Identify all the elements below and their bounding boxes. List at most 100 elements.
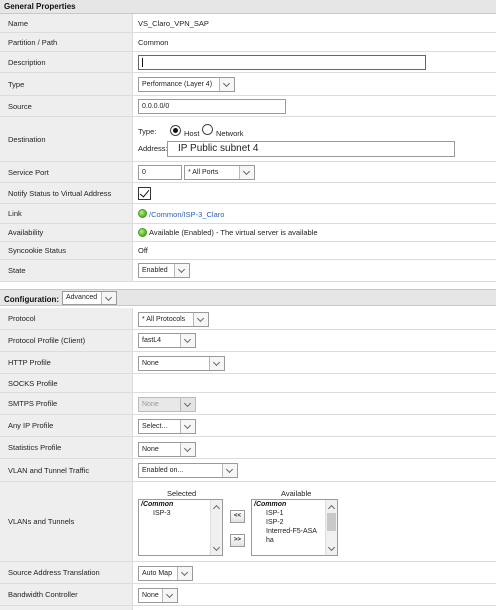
http-profile-label: HTTP Profile — [0, 352, 133, 373]
host-radio[interactable] — [170, 125, 181, 136]
service-port-input[interactable]: 0 — [138, 165, 182, 180]
row-link: Link /Common/ISP-3_Claro — [0, 204, 496, 224]
socks-profile-label: SOCKS Profile — [0, 374, 133, 392]
type-select-value: Performance (Layer 4) — [142, 81, 213, 88]
any-ip-profile-label: Any IP Profile — [0, 415, 133, 436]
chevron-down-icon — [209, 357, 224, 370]
vlan-traffic-label: VLAN and Tunnel Traffic — [0, 459, 133, 481]
vlans-label: VLANs and Tunnels — [0, 482, 133, 561]
description-input[interactable] — [138, 55, 426, 70]
row-smtps-profile: SMTPS Profile None — [0, 393, 496, 415]
snat-select[interactable]: Auto Map — [138, 566, 193, 581]
availability-label: Availability — [0, 224, 133, 241]
row-name: Name VS_Claro_VPN_SAP — [0, 14, 496, 33]
status-green-icon — [138, 228, 147, 237]
bandwidth-select[interactable]: None — [138, 588, 178, 603]
text-cursor — [142, 58, 143, 67]
general-properties-title: General Properties — [4, 2, 76, 11]
statistics-profile-label: Statistics Profile — [0, 437, 133, 458]
move-right-button[interactable]: >> — [230, 534, 245, 547]
configuration-title: Configuration: — [4, 295, 60, 304]
available-list-scrollbar[interactable] — [325, 500, 337, 555]
configuration-mode-value: Advanced — [66, 294, 98, 301]
row-notify: Notify Status to Virtual Address — [0, 183, 496, 204]
selected-vlans-list[interactable]: /Common ISP-3 — [138, 499, 223, 556]
service-port-label: Service Port — [0, 162, 133, 182]
row-state: State Enabled — [0, 260, 496, 282]
scroll-up-icon[interactable] — [213, 503, 220, 510]
row-destination: Destination Type: Host Network Address: … — [0, 117, 496, 162]
chevron-down-icon — [193, 313, 208, 326]
row-vlan-traffic: VLAN and Tunnel Traffic Enabled on... — [0, 459, 496, 482]
vlan-traffic-value: Enabled on... — [142, 467, 184, 474]
name-label: Name — [0, 14, 133, 32]
network-radio[interactable] — [202, 124, 213, 135]
scroll-down-icon[interactable] — [213, 545, 220, 552]
chevron-down-icon — [180, 443, 195, 456]
pool-link[interactable]: /Common/ISP-3_Claro — [149, 210, 224, 219]
row-vlans: VLANs and Tunnels Selected Available /Co… — [0, 482, 496, 562]
status-green-icon — [138, 209, 147, 218]
host-radio-label: Host — [184, 129, 200, 138]
row-protocol: Protocol * All Protocols — [0, 308, 496, 330]
row-service-port: Service Port 0 * All Ports — [0, 162, 496, 183]
chevron-down-icon — [239, 166, 254, 179]
row-type: Type Performance (Layer 4) — [0, 73, 496, 96]
available-vlans-list[interactable]: /Common ISP-1 ISP-2 Interred-F5-ASA ha — [251, 499, 338, 556]
destination-label: Destination — [0, 117, 133, 161]
name-value: VS_Claro_VPN_SAP — [138, 19, 209, 28]
configuration-mode-select[interactable]: Advanced — [62, 291, 117, 305]
partition-value: Common — [138, 38, 169, 47]
row-snat: Source Address Translation Auto Map — [0, 562, 496, 584]
chevron-down-icon — [180, 420, 195, 433]
protocol-profile-value: fastL4 — [142, 337, 162, 344]
chevron-down-icon — [219, 78, 234, 91]
type-select[interactable]: Performance (Layer 4) — [138, 77, 235, 92]
state-select[interactable]: Enabled — [138, 263, 190, 278]
vlan-traffic-select[interactable]: Enabled on... — [138, 463, 238, 478]
destination-address-input[interactable]: IP Public subnet 4 — [167, 141, 455, 157]
source-input[interactable]: 0.0.0.0/0 — [138, 99, 286, 114]
service-port-select[interactable]: * All Ports — [184, 165, 255, 180]
type-label: Type — [0, 73, 133, 95]
statistics-profile-select[interactable]: None — [138, 442, 196, 457]
source-label: Source — [0, 96, 133, 116]
smtps-profile-label: SMTPS Profile — [0, 393, 133, 414]
row-availability: Availability Available (Enabled) - The v… — [0, 224, 496, 242]
state-select-value: Enabled — [142, 267, 168, 274]
any-ip-profile-select[interactable]: Select... — [138, 419, 196, 434]
statistics-profile-value: None — [142, 446, 159, 453]
protocol-profile-label: Protocol Profile (Client) — [0, 330, 133, 351]
scroll-thumb[interactable] — [327, 513, 336, 531]
protocol-select[interactable]: * All Protocols — [138, 312, 209, 327]
selected-list-label: Selected — [167, 489, 197, 498]
row-protocol-profile: Protocol Profile (Client) fastL4 — [0, 330, 496, 352]
bandwidth-label: Bandwidth Controller — [0, 584, 133, 605]
any-ip-profile-value: Select... — [142, 423, 168, 430]
chevron-down-icon — [174, 264, 189, 277]
chevron-down-icon — [177, 567, 192, 580]
link-label: Link — [0, 204, 133, 223]
notify-checkbox[interactable] — [138, 187, 151, 200]
protocol-profile-select[interactable]: fastL4 — [138, 333, 196, 348]
row-statistics-profile: Statistics Profile None — [0, 437, 496, 459]
chevron-down-icon — [222, 464, 237, 477]
notify-label: Notify Status to Virtual Address — [0, 183, 133, 203]
chevron-down-icon — [162, 589, 177, 602]
next-row-label-stub — [0, 606, 133, 610]
scroll-down-icon[interactable] — [328, 545, 335, 552]
row-any-ip-profile: Any IP Profile Select... — [0, 415, 496, 437]
configuration-header: Configuration: Advanced — [0, 289, 496, 306]
scroll-up-icon[interactable] — [328, 503, 335, 510]
general-properties-header: General Properties — [0, 0, 496, 14]
http-profile-select[interactable]: None — [138, 356, 225, 371]
smtps-profile-select: None — [138, 397, 196, 412]
network-radio-label: Network — [216, 129, 244, 138]
destination-address-label: Address: — [138, 144, 168, 153]
row-bandwidth: Bandwidth Controller None — [0, 584, 496, 606]
description-label: Description — [0, 52, 133, 72]
move-left-button[interactable]: << — [230, 510, 245, 523]
service-port-select-value: * All Ports — [188, 169, 219, 176]
selected-list-scrollbar[interactable] — [210, 500, 222, 555]
availability-value: Available (Enabled) - The virtual server… — [149, 228, 318, 237]
